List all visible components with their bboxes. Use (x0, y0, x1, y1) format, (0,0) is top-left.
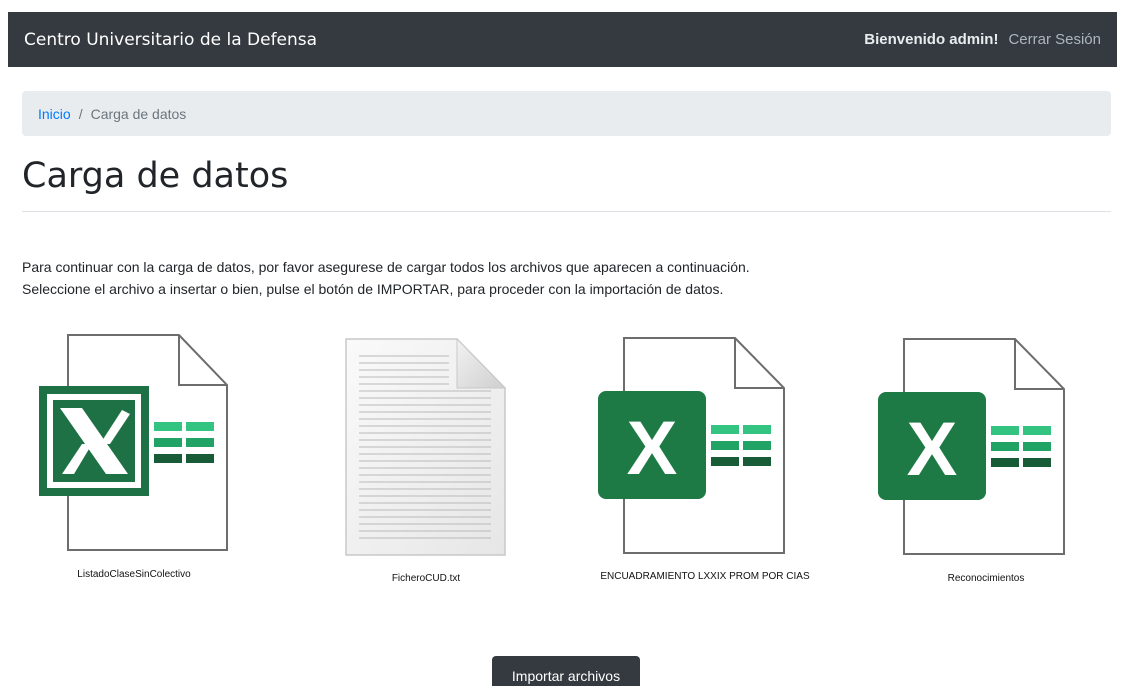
file-label: FicheroCUD.txt (391, 573, 461, 584)
intro-line-2: Seleccione el archivo a insertar o bien,… (22, 281, 724, 297)
intro-text: Para continuar con la carga de datos, po… (22, 256, 750, 300)
welcome-text: Bienvenido admin! (864, 31, 999, 48)
breadcrumb: Inicio / Carga de datos (22, 91, 1111, 136)
file-item-encuadramiento[interactable]: X (597, 337, 787, 555)
breadcrumb-current: Carga de datos (90, 105, 187, 122)
intro-line-1: Para continuar con la carga de datos, po… (22, 259, 750, 275)
file-label: ENCUADRAMIENTO LXXIX PROM POR CIAS (600, 571, 810, 582)
file-item-reconocimientos[interactable]: X (877, 338, 1067, 556)
title-divider (22, 211, 1111, 212)
logout-link[interactable]: Cerrar Sesión (1008, 31, 1101, 48)
text-file-icon (345, 338, 507, 556)
file-label: ListadoClaseSinColectivo (77, 569, 191, 580)
breadcrumb-separator: / (78, 105, 83, 122)
file-item-fichero-cud[interactable] (345, 338, 507, 556)
excel-file-icon: X (878, 338, 1065, 555)
svg-text:X: X (907, 407, 958, 492)
breadcrumb-home-link[interactable]: Inicio (38, 106, 71, 122)
excel-file-icon: X (598, 337, 785, 554)
file-item-listado[interactable] (38, 334, 230, 552)
navbar-brand[interactable]: Centro Universitario de la Defensa (24, 30, 317, 50)
top-navbar: Centro Universitario de la Defensa Bienv… (8, 12, 1117, 67)
svg-text:X: X (627, 406, 678, 491)
page-title: Carga de datos (22, 156, 289, 196)
excel-file-icon (39, 334, 228, 551)
file-label: Reconocimientos (947, 573, 1025, 584)
navbar-user-area: Bienvenido admin! Cerrar Sesión (864, 31, 1101, 48)
import-files-button[interactable]: Importar archivos (492, 656, 640, 686)
